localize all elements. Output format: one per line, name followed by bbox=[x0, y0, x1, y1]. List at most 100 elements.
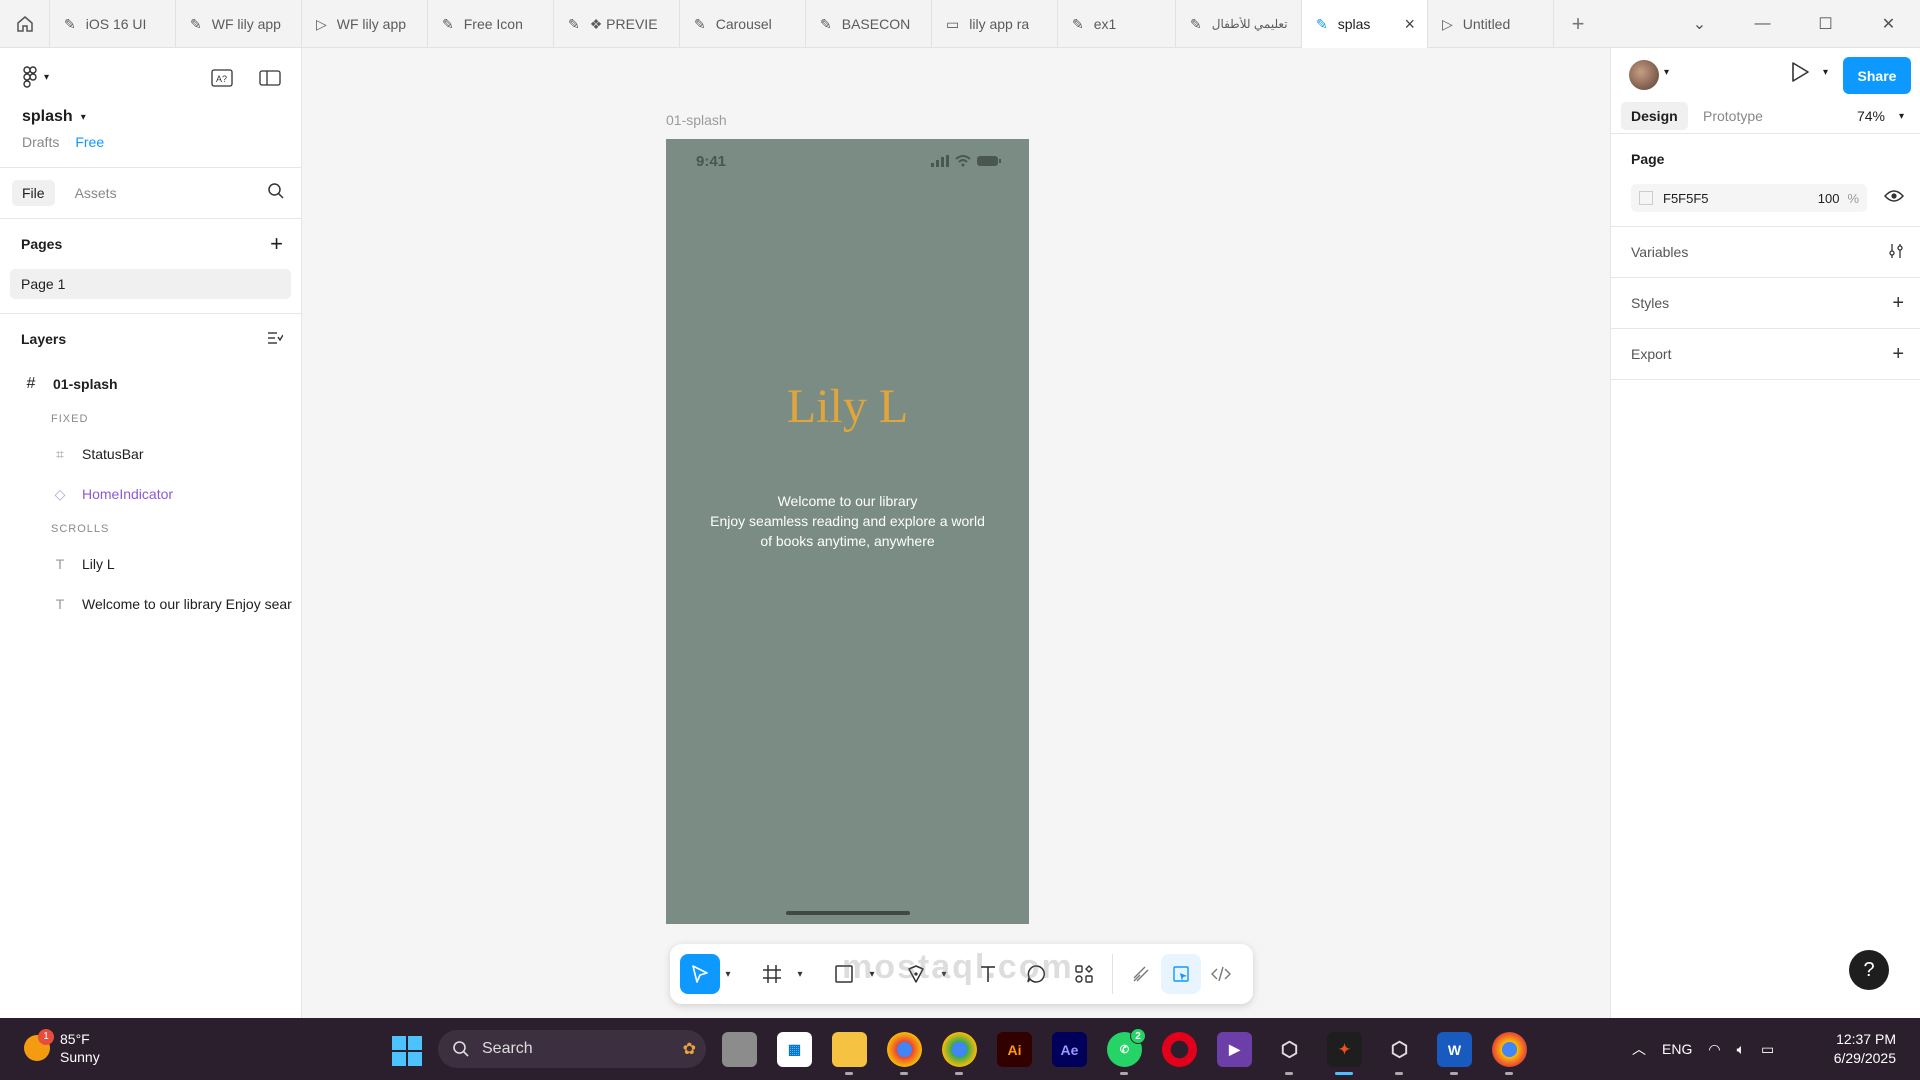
plan-badge[interactable]: Free bbox=[75, 134, 104, 150]
figjam-file-icon: ▭ bbox=[946, 15, 960, 32]
tab-arabic-file[interactable]: ✎ تعليمي للأطفال bbox=[1176, 0, 1302, 48]
layer-frame-01-splash[interactable]: # 01-splash bbox=[0, 364, 301, 404]
tab-splash[interactable]: ✎ splas × bbox=[1302, 0, 1428, 48]
task-view-icon[interactable] bbox=[722, 1032, 757, 1067]
file-name-button[interactable]: splash ▾ bbox=[22, 108, 86, 126]
auto-translate-icon[interactable]: A? bbox=[209, 66, 235, 90]
unity-hub-icon[interactable]: ⬡ bbox=[1382, 1032, 1417, 1075]
layer-list-options-icon[interactable] bbox=[267, 331, 284, 348]
figma-file-icon: ✎ bbox=[1316, 15, 1328, 32]
right-panel-header: ▾ ▾ Share bbox=[1611, 48, 1920, 98]
eye-icon[interactable] bbox=[1883, 189, 1905, 208]
maximize-icon[interactable]: ☐ bbox=[1794, 0, 1857, 48]
tab-basecon[interactable]: ✎ BASECON bbox=[806, 0, 932, 48]
page-color-value[interactable]: F5F5F5 bbox=[1663, 191, 1709, 206]
unity-icon[interactable]: ⬡ bbox=[1272, 1032, 1307, 1075]
microsoft-store-icon[interactable]: ▦ bbox=[777, 1032, 812, 1067]
frame-tool-button[interactable] bbox=[752, 954, 792, 994]
tab-ex1[interactable]: ✎ ex1 bbox=[1058, 0, 1176, 48]
taskbar-search[interactable]: Search ✿ bbox=[438, 1030, 706, 1068]
add-page-icon[interactable]: + bbox=[270, 231, 283, 257]
variables-adjust-icon[interactable] bbox=[1888, 243, 1904, 262]
draw-mode-button[interactable] bbox=[1121, 954, 1161, 994]
share-button[interactable]: Share bbox=[1843, 57, 1911, 94]
sidebar-toggle-icon[interactable] bbox=[257, 66, 283, 90]
tab-design[interactable]: Design bbox=[1621, 102, 1688, 130]
opera-icon[interactable] bbox=[1162, 1032, 1197, 1067]
chevron-down-icon[interactable]: ▾ bbox=[1823, 67, 1828, 78]
word-icon[interactable]: W bbox=[1437, 1032, 1472, 1075]
whatsapp-icon[interactable]: ✆ 2 bbox=[1107, 1028, 1146, 1075]
clock[interactable]: 12:37 PM 6/29/2025 bbox=[1834, 1030, 1896, 1068]
drafts-link[interactable]: Drafts bbox=[22, 134, 59, 150]
page-opacity-value[interactable]: 100 bbox=[1818, 191, 1840, 206]
volume-icon[interactable]: 🔈︎ bbox=[1737, 1041, 1745, 1058]
toolbar-divider bbox=[1112, 954, 1113, 994]
frame-label[interactable]: 01-splash bbox=[666, 112, 727, 128]
figma-file-icon: ✎ bbox=[568, 15, 580, 32]
chevron-down-icon[interactable]: ▾ bbox=[720, 969, 736, 980]
search-icon[interactable] bbox=[267, 182, 285, 205]
help-button[interactable]: ? bbox=[1849, 950, 1889, 990]
after-effects-icon[interactable]: Ae bbox=[1052, 1032, 1087, 1067]
splash-frame[interactable]: 9:41 Lily L Welcome to our library Enjoy… bbox=[666, 139, 1029, 924]
notification-badge: 1 bbox=[38, 1029, 54, 1045]
design-mode-button[interactable] bbox=[1161, 954, 1201, 994]
page-background-field[interactable]: F5F5F5 100 % bbox=[1631, 184, 1867, 212]
layer-home-indicator[interactable]: ◇ HomeIndicator bbox=[0, 474, 301, 514]
tab-wf-lily-app-prototype[interactable]: ▷ WF lily app bbox=[302, 0, 428, 48]
pages-header: Pages + bbox=[0, 219, 301, 269]
chevron-up-icon[interactable]: ︿ bbox=[1632, 1039, 1646, 1059]
chrome-icon[interactable] bbox=[887, 1032, 922, 1075]
illustrator-icon[interactable]: Ai bbox=[997, 1032, 1032, 1067]
tab-assets[interactable]: Assets bbox=[65, 180, 127, 206]
file-explorer-icon[interactable] bbox=[832, 1032, 867, 1075]
tab-wf-lily-app[interactable]: ✎ WF lily app bbox=[176, 0, 302, 48]
file-header: ▾ A? splash ▾ Drafts Free bbox=[0, 48, 301, 168]
dev-mode-button[interactable] bbox=[1201, 954, 1241, 994]
chevron-down-icon[interactable]: ▾ bbox=[1664, 67, 1669, 78]
text-icon: T bbox=[55, 556, 65, 572]
tab-untitled[interactable]: ▷ Untitled bbox=[1428, 0, 1554, 48]
frame-icon bbox=[763, 965, 781, 983]
battery-icon[interactable]: ▭ bbox=[1761, 1041, 1774, 1058]
main-menu-button[interactable]: ▾ bbox=[22, 66, 49, 88]
add-style-icon[interactable]: + bbox=[1892, 292, 1904, 315]
chrome-alt-icon[interactable] bbox=[1492, 1032, 1527, 1075]
chevron-down-icon: ▾ bbox=[1898, 110, 1904, 122]
chevron-down-icon[interactable]: ⌄ bbox=[1668, 0, 1731, 48]
canvas[interactable]: 01-splash 9:41 Lily L Welcome to our lib… bbox=[302, 48, 1610, 1018]
zoom-dropdown[interactable]: 74% ▾ bbox=[1857, 108, 1904, 124]
figma-file-icon: ✎ bbox=[190, 15, 202, 32]
layer-text-welcome[interactable]: T Welcome to our library Enjoy sear bbox=[0, 584, 301, 624]
tab-carousel[interactable]: ✎ Carousel bbox=[680, 0, 806, 48]
close-icon[interactable]: ✕ bbox=[1857, 0, 1920, 48]
new-tab-button[interactable]: + bbox=[1554, 0, 1602, 47]
tab-prototype[interactable]: Prototype bbox=[1693, 102, 1773, 130]
layer-text-lily-l[interactable]: T Lily L bbox=[0, 544, 301, 584]
home-button[interactable] bbox=[0, 0, 50, 48]
tab-lily-app-ra[interactable]: ▭ lily app ra bbox=[932, 0, 1058, 48]
present-button[interactable] bbox=[1789, 60, 1811, 89]
figma-taskbar-icon[interactable]: ✦ bbox=[1327, 1032, 1362, 1075]
chrome-profile-icon[interactable] bbox=[942, 1032, 977, 1075]
tab-file[interactable]: File bbox=[12, 180, 55, 206]
avatar[interactable] bbox=[1629, 60, 1659, 90]
add-export-icon[interactable]: + bbox=[1892, 343, 1904, 366]
weather-widget[interactable]: 1 85°F Sunny bbox=[24, 1029, 100, 1066]
tab-preview[interactable]: ✎ ❖ PREVIE bbox=[554, 0, 680, 48]
start-button[interactable] bbox=[392, 1036, 422, 1066]
visual-studio-icon[interactable]: ▶ bbox=[1217, 1032, 1252, 1067]
close-tab-icon[interactable]: × bbox=[1404, 14, 1415, 35]
move-tool-button[interactable] bbox=[680, 954, 720, 994]
page-item-1[interactable]: Page 1 bbox=[10, 269, 291, 299]
tab-free-icon[interactable]: ✎ Free Icon bbox=[428, 0, 554, 48]
layer-statusbar[interactable]: ⌗ StatusBar bbox=[0, 434, 301, 474]
minimize-icon[interactable]: — bbox=[1731, 0, 1794, 48]
color-swatch[interactable] bbox=[1639, 191, 1653, 205]
chevron-down-icon[interactable]: ▾ bbox=[792, 969, 808, 980]
language-indicator[interactable]: ENG bbox=[1662, 1041, 1692, 1057]
wifi-icon[interactable]: ◠ bbox=[1708, 1041, 1720, 1058]
file-name: splash bbox=[22, 108, 73, 125]
tab-ios16[interactable]: ✎ iOS 16 UI bbox=[50, 0, 176, 48]
